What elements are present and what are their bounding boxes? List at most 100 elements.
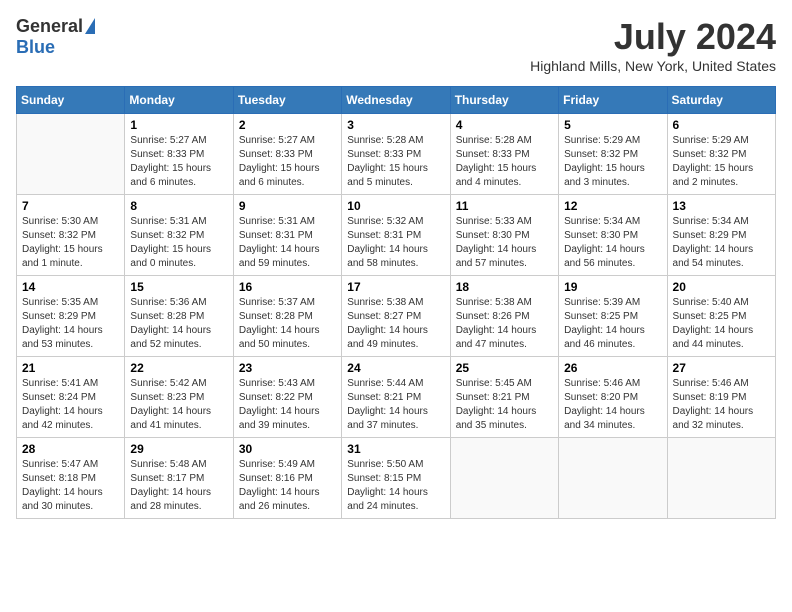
- day-info: Sunrise: 5:45 AMSunset: 8:21 PMDaylight:…: [456, 377, 553, 433]
- calendar-cell: 25 Sunrise: 5:45 AMSunset: 8:21 PMDayligh…: [450, 357, 558, 438]
- calendar-cell: 23 Sunrise: 5:43 AMSunset: 8:22 PMDayligh…: [233, 357, 341, 438]
- day-number: 4: [456, 118, 553, 132]
- calendar-cell: 9 Sunrise: 5:31 AMSunset: 8:31 PMDaylight…: [233, 195, 341, 276]
- calendar-cell: 8Sunrise: 5:31 AMSunset: 8:32 PMDaylight…: [125, 195, 233, 276]
- day-info: Sunrise: 5:46 AMSunset: 8:19 PMDaylight:…: [673, 377, 770, 433]
- day-info: Sunrise: 5:27 AMSunset: 8:33 PMDaylight:…: [239, 134, 336, 190]
- day-number: 2: [239, 118, 336, 132]
- calendar-week-row: 28 Sunrise: 5:47 AMSunset: 8:18 PMDayligh…: [17, 438, 776, 519]
- logo-general-text: General: [16, 16, 83, 37]
- calendar-cell: 29 Sunrise: 5:48 AMSunset: 8:17 PMDayligh…: [125, 438, 233, 519]
- calendar-cell: 14 Sunrise: 5:35 AMSunset: 8:29 PMDayligh…: [17, 276, 125, 357]
- day-info: Sunrise: 5:31 AMSunset: 8:31 PMDaylight:…: [239, 215, 336, 271]
- day-number: 7: [22, 199, 119, 213]
- logo-blue-text: Blue: [16, 37, 55, 58]
- calendar-cell: 19 Sunrise: 5:39 AMSunset: 8:25 PMDayligh…: [559, 276, 667, 357]
- day-number: 1: [130, 118, 227, 132]
- day-number: 6: [673, 118, 770, 132]
- day-number: 28: [22, 442, 119, 456]
- day-info: Sunrise: 5:41 AMSunset: 8:24 PMDaylight:…: [22, 377, 119, 433]
- day-info: Sunrise: 5:28 AMSunset: 8:33 PMDaylight:…: [456, 134, 553, 190]
- calendar-cell: 16 Sunrise: 5:37 AMSunset: 8:28 PMDayligh…: [233, 276, 341, 357]
- day-number: 18: [456, 280, 553, 294]
- day-number: 3: [347, 118, 444, 132]
- day-number: 11: [456, 199, 553, 213]
- day-info: Sunrise: 5:46 AMSunset: 8:20 PMDaylight:…: [564, 377, 661, 433]
- logo-triangle-icon: [85, 18, 95, 34]
- calendar-cell: 17Sunrise: 5:38 AMSunset: 8:27 PMDayligh…: [342, 276, 450, 357]
- day-info: Sunrise: 5:29 AMSunset: 8:32 PMDaylight:…: [564, 134, 661, 190]
- day-number: 15: [130, 280, 227, 294]
- day-info: Sunrise: 5:49 AMSunset: 8:16 PMDaylight:…: [239, 458, 336, 514]
- calendar-week-row: 14 Sunrise: 5:35 AMSunset: 8:29 PMDayligh…: [17, 276, 776, 357]
- calendar-cell: 7 Sunrise: 5:30 AMSunset: 8:32 PMDaylight…: [17, 195, 125, 276]
- day-info: Sunrise: 5:30 AMSunset: 8:32 PMDaylight:…: [22, 215, 119, 271]
- day-info: Sunrise: 5:32 AMSunset: 8:31 PMDaylight:…: [347, 215, 444, 271]
- calendar-cell: [450, 438, 558, 519]
- day-number: 31: [347, 442, 444, 456]
- calendar-cell: 18 Sunrise: 5:38 AMSunset: 8:26 PMDayligh…: [450, 276, 558, 357]
- day-number: 29: [130, 442, 227, 456]
- day-number: 9: [239, 199, 336, 213]
- day-info: Sunrise: 5:42 AMSunset: 8:23 PMDaylight:…: [130, 377, 227, 433]
- day-info: Sunrise: 5:28 AMSunset: 8:33 PMDaylight:…: [347, 134, 444, 190]
- day-info: Sunrise: 5:39 AMSunset: 8:25 PMDaylight:…: [564, 296, 661, 352]
- calendar-cell: 1Sunrise: 5:27 AMSunset: 8:33 PMDaylight…: [125, 114, 233, 195]
- day-number: 22: [130, 361, 227, 375]
- day-number: 25: [456, 361, 553, 375]
- calendar-day-header: Sunday: [17, 87, 125, 114]
- calendar-day-header: Wednesday: [342, 87, 450, 114]
- day-info: Sunrise: 5:33 AMSunset: 8:30 PMDaylight:…: [456, 215, 553, 271]
- day-info: Sunrise: 5:34 AMSunset: 8:30 PMDaylight:…: [564, 215, 661, 271]
- day-number: 14: [22, 280, 119, 294]
- day-number: 26: [564, 361, 661, 375]
- day-info: Sunrise: 5:50 AMSunset: 8:15 PMDaylight:…: [347, 458, 444, 514]
- day-number: 19: [564, 280, 661, 294]
- calendar-cell: 2 Sunrise: 5:27 AMSunset: 8:33 PMDaylight…: [233, 114, 341, 195]
- calendar-header: SundayMondayTuesdayWednesdayThursdayFrid…: [17, 87, 776, 114]
- day-info: Sunrise: 5:36 AMSunset: 8:28 PMDaylight:…: [130, 296, 227, 352]
- calendar-table: SundayMondayTuesdayWednesdayThursdayFrid…: [16, 86, 776, 519]
- day-number: 27: [673, 361, 770, 375]
- day-info: Sunrise: 5:34 AMSunset: 8:29 PMDaylight:…: [673, 215, 770, 271]
- day-info: Sunrise: 5:37 AMSunset: 8:28 PMDaylight:…: [239, 296, 336, 352]
- calendar-cell: 12 Sunrise: 5:34 AMSunset: 8:30 PMDayligh…: [559, 195, 667, 276]
- calendar-cell: 11 Sunrise: 5:33 AMSunset: 8:30 PMDayligh…: [450, 195, 558, 276]
- calendar-cell: 30 Sunrise: 5:49 AMSunset: 8:16 PMDayligh…: [233, 438, 341, 519]
- calendar-week-row: 21 Sunrise: 5:41 AMSunset: 8:24 PMDayligh…: [17, 357, 776, 438]
- location-title: Highland Mills, New York, United States: [530, 58, 776, 74]
- calendar-cell: 15 Sunrise: 5:36 AMSunset: 8:28 PMDayligh…: [125, 276, 233, 357]
- day-info: Sunrise: 5:35 AMSunset: 8:29 PMDaylight:…: [22, 296, 119, 352]
- day-number: 23: [239, 361, 336, 375]
- calendar-cell: 10 Sunrise: 5:32 AMSunset: 8:31 PMDayligh…: [342, 195, 450, 276]
- calendar-cell: 6 Sunrise: 5:29 AMSunset: 8:32 PMDaylight…: [667, 114, 775, 195]
- calendar-cell: 22 Sunrise: 5:42 AMSunset: 8:23 PMDayligh…: [125, 357, 233, 438]
- day-info: Sunrise: 5:48 AMSunset: 8:17 PMDaylight:…: [130, 458, 227, 514]
- page-header: General Blue July 2024 Highland Mills, N…: [16, 16, 776, 74]
- calendar-week-row: 1 Sunrise: 5:27 AMSunset: 8:33 PMDaylight…: [17, 114, 776, 195]
- calendar-cell: 27 Sunrise: 5:46 AMSunset: 8:19 PMDayligh…: [667, 357, 775, 438]
- logo: General Blue: [16, 16, 95, 58]
- day-number: 10: [347, 199, 444, 213]
- title-area: July 2024 Highland Mills, New York, Unit…: [530, 16, 776, 74]
- day-number: 12: [564, 199, 661, 213]
- calendar-cell: 21 Sunrise: 5:41 AMSunset: 8:24 PMDayligh…: [17, 357, 125, 438]
- calendar-cell: [667, 438, 775, 519]
- day-number: 13: [673, 199, 770, 213]
- calendar-day-header: Monday: [125, 87, 233, 114]
- day-info: Sunrise: 5:29 AMSunset: 8:32 PMDaylight:…: [673, 134, 770, 190]
- calendar-cell: 24Sunrise: 5:44 AMSunset: 8:21 PMDayligh…: [342, 357, 450, 438]
- month-title: July 2024: [530, 16, 776, 58]
- calendar-cell: [17, 114, 125, 195]
- day-info: Sunrise: 5:43 AMSunset: 8:22 PMDaylight:…: [239, 377, 336, 433]
- calendar-cell: 20Sunrise: 5:40 AMSunset: 8:25 PMDayligh…: [667, 276, 775, 357]
- calendar-cell: [559, 438, 667, 519]
- day-info: Sunrise: 5:38 AMSunset: 8:27 PMDaylight:…: [347, 296, 444, 352]
- day-number: 21: [22, 361, 119, 375]
- day-number: 30: [239, 442, 336, 456]
- day-info: Sunrise: 5:38 AMSunset: 8:26 PMDaylight:…: [456, 296, 553, 352]
- day-info: Sunrise: 5:47 AMSunset: 8:18 PMDaylight:…: [22, 458, 119, 514]
- day-info: Sunrise: 5:31 AMSunset: 8:32 PMDaylight:…: [130, 215, 227, 271]
- day-number: 16: [239, 280, 336, 294]
- calendar-week-row: 7 Sunrise: 5:30 AMSunset: 8:32 PMDaylight…: [17, 195, 776, 276]
